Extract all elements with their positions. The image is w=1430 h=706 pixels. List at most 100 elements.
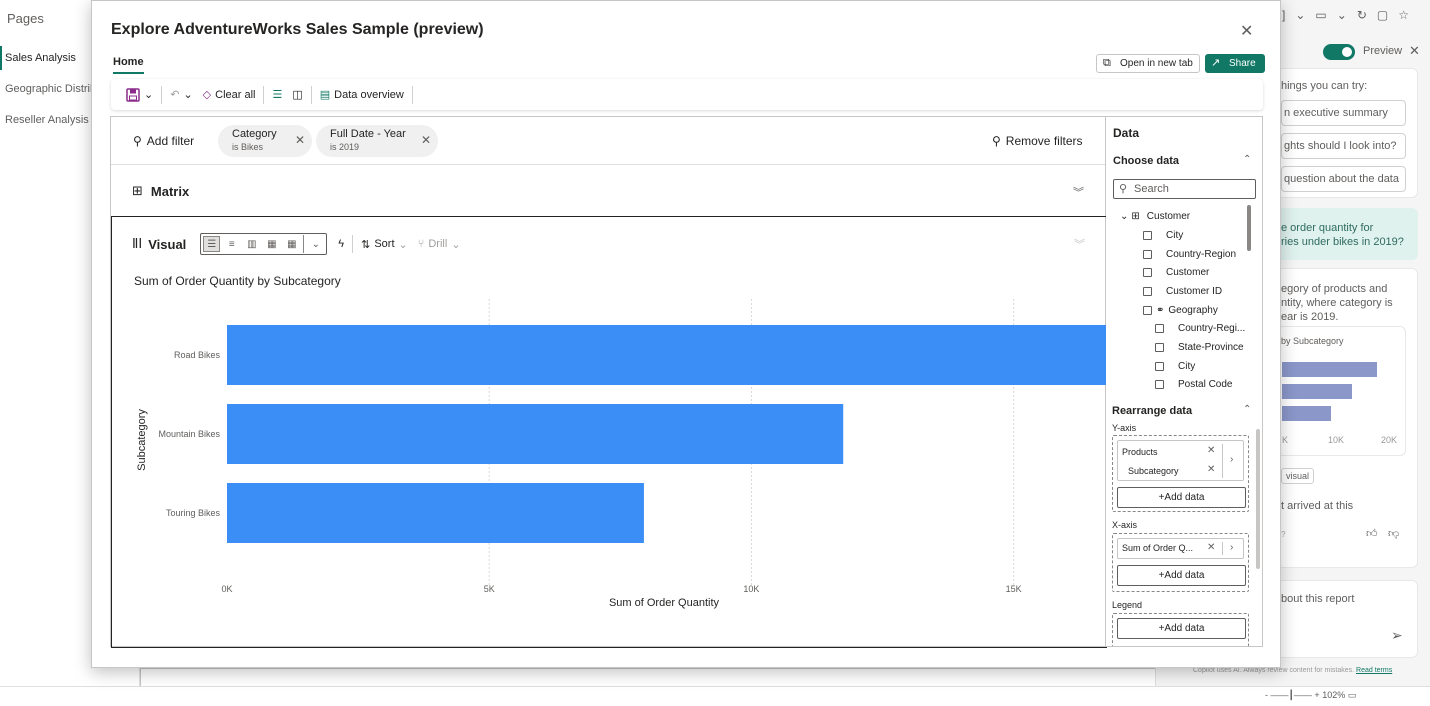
remove-filters-button[interactable]: ⚲ Remove filters xyxy=(992,134,1082,148)
share-button[interactable]: ↗ Share xyxy=(1205,54,1265,73)
tree-scrollbar[interactable] xyxy=(1247,205,1251,251)
x-axis-field[interactable]: Sum of Order Q... ✕ › xyxy=(1117,538,1244,559)
close-icon[interactable]: ✕ xyxy=(1240,21,1253,41)
bar-chart: 0K 5K 10K 15K Road Bikes Mountain Bikes Tourin… xyxy=(136,299,1106,609)
tree-table-label: Customer xyxy=(1146,211,1191,222)
zoom-control[interactable]: - ——┃—— + 102% ▭ xyxy=(1265,690,1356,701)
sort-button[interactable]: ⇅ Sort ⌄ xyxy=(356,238,413,251)
chevron-right-icon[interactable]: › xyxy=(1230,454,1233,465)
remove-filter-icon[interactable]: ✕ xyxy=(295,133,305,147)
ask-box[interactable] xyxy=(1268,580,1418,658)
tree-field[interactable]: Customer ID xyxy=(1143,286,1222,297)
bar xyxy=(227,325,1106,385)
checkbox[interactable] xyxy=(1155,343,1164,352)
y-axis-field-group[interactable]: Products ✕ Subcategory ✕ › xyxy=(1117,440,1244,481)
thumbs-up-icon[interactable]: 👍︎ xyxy=(1366,527,1378,540)
data-overview-button[interactable]: ▤ Data overview xyxy=(315,88,409,102)
suggestion-button[interactable]: n executive summary xyxy=(1281,100,1406,126)
stacked-layout-icon: ☰ xyxy=(272,89,283,101)
checkbox[interactable] xyxy=(1143,306,1152,315)
expand-chevron-icon[interactable]: ︾ xyxy=(1073,184,1084,200)
thumbs-down-icon[interactable]: 👎︎ xyxy=(1388,527,1399,540)
response-line: ntity, where category is xyxy=(1281,297,1393,309)
read-terms-link[interactable]: Read terms xyxy=(1356,667,1392,674)
explore-dialog: Explore AdventureWorks Sales Sample (pre… xyxy=(91,0,1281,668)
checkbox[interactable] xyxy=(1155,324,1164,333)
add-data-button[interactable]: +Add data xyxy=(1117,618,1246,639)
save-button[interactable]: ⌄ xyxy=(121,87,158,102)
bracket-icon[interactable]: ] xyxy=(1282,8,1285,22)
close-icon[interactable]: ✕ xyxy=(1409,43,1420,59)
toolbar-divider xyxy=(161,85,163,104)
table-visual-icon[interactable]: ▦ xyxy=(283,236,300,252)
star-icon[interactable]: ☆ xyxy=(1398,8,1409,22)
legend-well: +Add data xyxy=(1112,613,1249,646)
clustered-bar-chart-icon[interactable]: ☰ xyxy=(203,236,221,252)
checkbox[interactable] xyxy=(1143,268,1152,277)
add-data-button[interactable]: +Add data xyxy=(1117,565,1246,586)
window-icon[interactable]: ▭ xyxy=(1315,8,1326,22)
suggestion-button[interactable]: question about the data xyxy=(1281,166,1406,192)
chevron-down-icon[interactable]: ⌄ xyxy=(1295,8,1305,22)
chevron-up-icon[interactable]: ⌃ xyxy=(1243,404,1251,415)
clear-all-button[interactable]: ◇ Clear all xyxy=(198,88,261,102)
undo-button[interactable]: ↶ ⌄ xyxy=(165,88,197,101)
send-icon[interactable]: ➢ xyxy=(1391,627,1403,644)
add-filter-button[interactable]: ⚲ Add filter xyxy=(133,134,194,148)
choose-data-header[interactable]: Choose data xyxy=(1113,155,1179,167)
filter-pill-year[interactable]: Full Date - Year is 2019 ✕ xyxy=(316,125,438,157)
chevron-down-icon[interactable]: ⌄ xyxy=(1337,8,1347,22)
remove-field-icon[interactable]: ✕ xyxy=(1207,464,1215,475)
tab-home[interactable]: Home xyxy=(113,56,144,74)
hierarchy-icon: ⚭ xyxy=(1156,305,1165,316)
mini-chart-bar xyxy=(1282,406,1331,421)
pane-scrollbar[interactable] xyxy=(1256,429,1260,569)
refresh-icon[interactable]: ↻ xyxy=(1357,8,1367,22)
open-in-new-tab-button[interactable]: ⧉ Open in new tab xyxy=(1096,54,1200,73)
remove-filter-icon[interactable]: ✕ xyxy=(421,133,431,147)
chevron-down-icon[interactable]: ⌄ xyxy=(307,236,324,252)
rearrange-header[interactable]: Rearrange data xyxy=(1112,405,1192,417)
collapse-chevron-icon[interactable]: ︾ xyxy=(1074,236,1085,252)
mini-axis-tick: 10K xyxy=(1328,435,1345,445)
chevron-right-icon[interactable]: › xyxy=(1230,542,1233,553)
tree-field[interactable]: Country-Regi... xyxy=(1155,323,1245,334)
stacked-bar-chart-icon[interactable]: ≡ xyxy=(223,236,240,252)
clustered-column-chart-icon[interactable]: ▦ xyxy=(263,236,280,252)
mini-chart-title: by Subcategory xyxy=(1281,336,1344,346)
layout-split-button[interactable]: ◫ xyxy=(287,88,307,101)
tree-field[interactable]: Customer xyxy=(1143,267,1209,278)
tree-field[interactable]: Country-Region xyxy=(1143,249,1236,260)
checkbox[interactable] xyxy=(1143,287,1152,296)
comment-icon[interactable]: ▢ xyxy=(1377,8,1388,22)
layout-stacked-button[interactable]: ☰ xyxy=(267,88,287,101)
checkbox[interactable] xyxy=(1155,362,1164,371)
show-visual-button[interactable]: visual xyxy=(1281,468,1315,484)
tree-field[interactable]: State-Province xyxy=(1155,342,1244,353)
remove-field-icon[interactable]: ✕ xyxy=(1207,445,1215,456)
column-chart-icon[interactable]: ▥ xyxy=(243,236,260,252)
filter-pill-category[interactable]: Category is Bikes ✕ xyxy=(218,125,312,157)
search-input[interactable]: ⚲ Search xyxy=(1113,179,1256,199)
chevron-up-icon[interactable]: ⌃ xyxy=(1243,154,1251,165)
checkbox[interactable] xyxy=(1143,231,1152,240)
remove-field-icon[interactable]: ✕ xyxy=(1207,542,1215,553)
tree-table-customer[interactable]: ⌄ ⊞ Customer xyxy=(1120,211,1190,222)
matrix-section[interactable]: ⊞ Matrix ︾ xyxy=(111,165,1105,217)
chevron-down-icon: ⌄ xyxy=(1120,211,1129,222)
tree-field[interactable]: City xyxy=(1143,230,1183,241)
mini-chart-bar xyxy=(1282,362,1377,377)
table-icon: ⊞ xyxy=(1131,211,1140,222)
tree-field-label: State-Province xyxy=(1178,342,1244,353)
checkbox[interactable] xyxy=(1155,380,1164,389)
drill-button[interactable]: ⑂ Drill ⌄ xyxy=(413,238,466,251)
tree-hierarchy[interactable]: ⚭ Geography xyxy=(1143,305,1218,316)
checkbox[interactable] xyxy=(1143,250,1152,259)
suggestion-button[interactable]: ghts should I look into? xyxy=(1281,133,1406,159)
format-button[interactable]: ϟ xyxy=(333,238,349,250)
tree-field[interactable]: Postal Code xyxy=(1155,379,1232,390)
tree-field[interactable]: City xyxy=(1155,361,1195,372)
preview-toggle[interactable] xyxy=(1323,44,1355,60)
chart-title: Sum of Order Quantity by Subcategory xyxy=(134,274,341,288)
add-data-button[interactable]: +Add data xyxy=(1117,487,1246,508)
